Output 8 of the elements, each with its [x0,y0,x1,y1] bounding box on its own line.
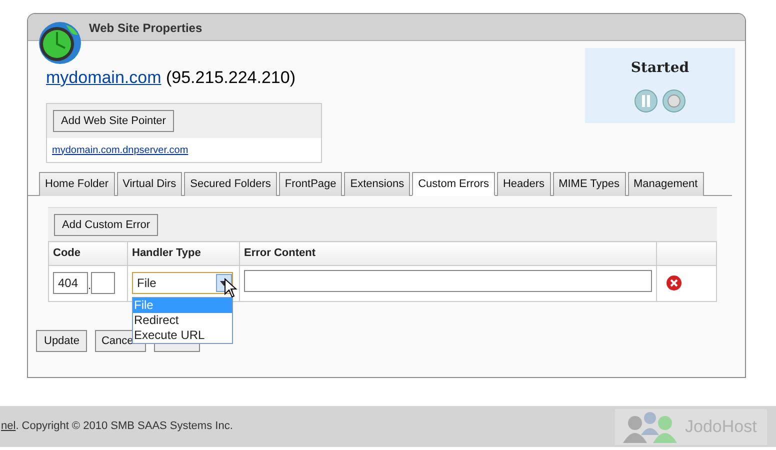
copyright-text: nel. Copyright © 2010 SMB SAAS Systems Inc. [1,419,233,434]
column-header: Handler Type [128,242,240,265]
window-title: Web Site Properties [28,14,745,41]
column-header: Error Content [240,242,656,265]
column-header: Code [48,242,128,265]
domain-heading: mydomain.com (95.215.224.210) [46,67,296,89]
code-separator: . [88,278,92,294]
status-text: Started [630,59,690,78]
